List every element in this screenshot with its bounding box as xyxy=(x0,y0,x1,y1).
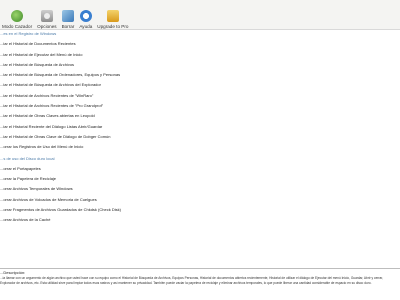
list-item[interactable]: ...iar el Historial de Búsqueda de Orden… xyxy=(0,70,400,80)
list-item[interactable]: ...orrar el Portapapeles xyxy=(0,164,400,174)
description-panel: ...Descripción: ...ia llamar con un argu… xyxy=(0,268,400,300)
green-circle-icon xyxy=(11,10,24,22)
options-icon xyxy=(40,10,53,22)
options-button[interactable]: Opciones xyxy=(35,2,58,29)
list-item[interactable]: ...orrar los Registros de Uso del Menú d… xyxy=(0,142,400,152)
list-item[interactable]: ...orrar Archivos de la Caché xyxy=(0,215,400,225)
section-header-registry: ...es en el Registro de Windows xyxy=(0,31,57,36)
upgrade-pro-button[interactable]: Upgrade to Pro xyxy=(95,2,130,29)
list-item[interactable]: ...orrar Fragmentos de Archivos Guardado… xyxy=(0,205,400,215)
list-item[interactable]: ...iar el Historial de Archivos Reciente… xyxy=(0,101,400,111)
list-item[interactable]: ...iar el Historial de Documentos Recien… xyxy=(0,39,400,49)
description-text: ...ia llamar con un argumento de algún a… xyxy=(0,276,384,285)
list-item[interactable]: ...iar el Historial de Obras Claves abie… xyxy=(0,111,400,121)
list-item[interactable]: ...iar el Historial Reciente del Diálogo… xyxy=(0,122,400,132)
list-item[interactable]: ...iar el Historial de Ejecutar del Menú… xyxy=(0,50,400,60)
description-title: ...Descripción: xyxy=(0,270,26,275)
toolbar: Modo Cazador Opciones Borrar Ayuda Upgra… xyxy=(0,0,400,30)
list-item[interactable]: ...iar el Historial de Obras Clave de Di… xyxy=(0,132,400,142)
help-button[interactable]: Ayuda xyxy=(77,2,94,29)
list-item[interactable]: ...iar el Historial de Búsqueda de Archi… xyxy=(0,60,400,70)
list-item[interactable]: ...iar el Historial de Archivos Reciente… xyxy=(0,91,400,101)
cleanup-list: ...es en el Registro de Windows ...iar e… xyxy=(0,29,400,226)
list-item[interactable]: ...orrar Archivos Temporales de Windows xyxy=(0,184,400,194)
list-item[interactable]: ...iar el Historial de Búsqueda de Archi… xyxy=(0,80,400,90)
list-item[interactable]: ...orrar la Papelera de Reciclaje xyxy=(0,174,400,184)
hunter-mode-button[interactable]: Modo Cazador xyxy=(0,2,34,29)
pro-icon xyxy=(106,10,119,22)
clean-icon xyxy=(61,10,74,22)
section-header-disk: ...s de uso del Disco duro local xyxy=(0,155,55,161)
help-icon xyxy=(79,10,92,22)
clean-button[interactable]: Borrar xyxy=(60,2,77,29)
list-item[interactable]: ...orrar Archivos de Volcados de Memoria… xyxy=(0,195,400,205)
